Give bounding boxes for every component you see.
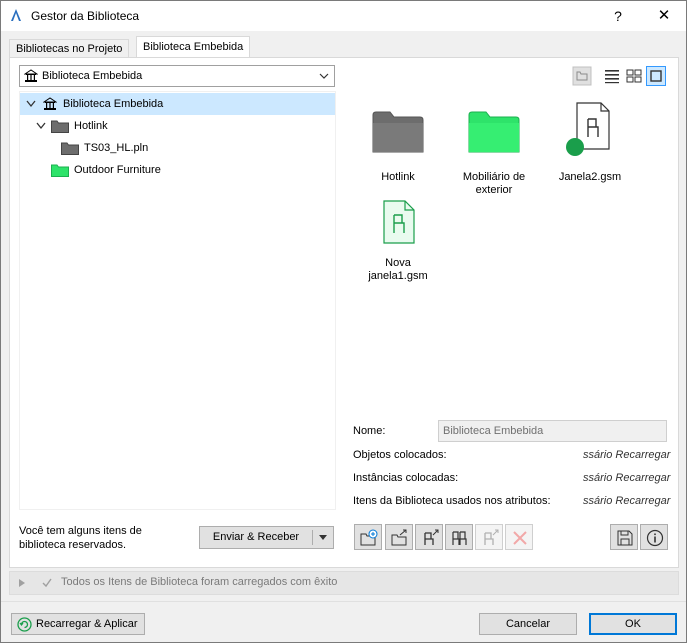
tile-outdoor-furniture[interactable]: Mobiliário de exterior <box>449 101 539 196</box>
close-button[interactable]: ✕ <box>641 1 687 31</box>
library-manager-dialog: Gestor da Biblioteca ? ✕ Bibliotecas no … <box>0 0 687 643</box>
folder-icon <box>51 120 69 133</box>
footer-separator <box>1 601 686 602</box>
library-select[interactable]: Biblioteca Embebida <box>19 65 335 87</box>
reload-apply-label: Recarregar & Aplicar <box>36 618 138 630</box>
tile-label-line1: Mobiliário de <box>462 171 526 183</box>
tree-item-outdoor-furniture[interactable]: Outdoor Furniture <box>20 159 335 181</box>
checkmark-icon <box>42 578 52 588</box>
send-receive-label: Enviar & Receber <box>212 531 300 543</box>
library-building-icon <box>43 97 57 110</box>
library-items-panel: Hotlink Mobiliário de exterior Janela2.g… <box>351 91 667 413</box>
library-building-icon <box>24 69 38 82</box>
send-receive-button[interactable]: Enviar & Receber <box>199 526 334 549</box>
tile-label: Janela2.gsm <box>558 171 622 183</box>
tile-nova-janela1[interactable]: Nova janela1.gsm <box>353 197 443 287</box>
small-icons-view-icon[interactable] <box>624 66 644 86</box>
reload-icon <box>17 617 32 632</box>
tab-project-libraries[interactable]: Bibliotecas no Projeto <box>9 39 130 58</box>
reserved-line2: biblioteca reservados. <box>19 539 127 551</box>
ok-button[interactable]: OK <box>589 613 677 635</box>
chevron-down-icon <box>26 100 36 108</box>
list-view-icon[interactable] <box>602 66 622 86</box>
new-folder-button[interactable] <box>354 524 382 550</box>
tile-janela2[interactable]: Janela2.gsm <box>545 101 635 191</box>
add-file-button[interactable] <box>385 524 413 550</box>
folder-icon <box>61 142 79 155</box>
tree-item-label: TS03_HL.pln <box>84 142 149 154</box>
window-title: Gestor da Biblioteca <box>31 9 140 23</box>
info-icon <box>646 529 664 547</box>
delete-x-icon <box>513 531 527 545</box>
tree-item-embedded-library[interactable]: Biblioteca Embebida <box>20 93 335 115</box>
large-icons-view-icon[interactable] <box>646 66 666 86</box>
reload-apply-button[interactable]: Recarregar & Aplicar <box>11 613 145 635</box>
cancel-button[interactable]: Cancelar <box>479 613 577 635</box>
chevron-down-icon <box>36 122 46 130</box>
expand-arrow-icon[interactable] <box>19 579 25 587</box>
info-button[interactable] <box>640 524 668 550</box>
gsm-object-file-icon <box>566 102 610 156</box>
chairs-icon <box>452 531 467 545</box>
tile-label-line2: janela1.gsm <box>368 270 428 282</box>
gsm-object-file-icon <box>383 200 415 244</box>
save-to-file-button[interactable] <box>610 524 638 550</box>
tile-hotlink[interactable]: Hotlink <box>353 101 443 191</box>
attr-items-value: ssário Recarregar <box>583 495 671 507</box>
placed-objects-label: Objetos colocados: <box>353 449 447 461</box>
archicad-app-icon <box>11 9 21 21</box>
dropdown-arrow-icon[interactable] <box>319 535 327 540</box>
name-field: Biblioteca Embebida <box>438 420 667 442</box>
tile-label-line1: Nova <box>385 257 411 269</box>
reserved-items-message: Você tem alguns itens de biblioteca rese… <box>19 524 189 552</box>
folder-arrow-icon <box>391 529 407 546</box>
tree-item-ts03-hl[interactable]: TS03_HL.pln <box>20 137 335 159</box>
name-label: Nome: <box>353 425 386 437</box>
tab-embedded-library[interactable]: Biblioteca Embebida <box>136 36 251 58</box>
tree-item-label: Biblioteca Embebida <box>63 98 164 110</box>
chair-arrow-icon <box>424 529 439 545</box>
placed-objects-value: ssário Recarregar <box>583 449 671 461</box>
tree-item-label: Outdoor Furniture <box>74 164 161 176</box>
tile-label-line2: exterior <box>475 184 513 196</box>
reserved-line1: Você tem alguns itens de <box>19 525 142 537</box>
help-button[interactable]: ? <box>595 1 641 31</box>
chair-arrow-icon <box>484 529 499 545</box>
attr-items-label: Itens da Biblioteca usados nos atributos… <box>353 495 551 507</box>
library-tree: Biblioteca Embebida Hotlink TS03_HL.pln … <box>19 91 336 510</box>
status-message: Todos os Itens de Biblioteca foram carre… <box>61 576 338 588</box>
placed-instances-value: ssário Recarregar <box>583 472 671 484</box>
chevron-down-icon <box>319 73 329 79</box>
move-object-button[interactable] <box>475 524 503 550</box>
save-icon <box>617 530 633 546</box>
delete-button[interactable] <box>505 524 533 550</box>
folder-icon <box>372 111 424 153</box>
library-select-value: Biblioteca Embebida <box>42 70 143 82</box>
title-bar: Gestor da Biblioteca ? ✕ <box>1 1 686 31</box>
tile-label: Hotlink <box>381 171 415 183</box>
export-object-button[interactable] <box>415 524 443 550</box>
new-folder-icon <box>360 529 378 546</box>
tree-item-label: Hotlink <box>74 120 108 132</box>
parent-folder-icon[interactable] <box>572 66 592 86</box>
multiple-objects-button[interactable] <box>445 524 473 550</box>
tree-item-hotlink[interactable]: Hotlink <box>20 115 335 137</box>
split-divider <box>312 530 313 545</box>
green-folder-icon <box>468 111 520 153</box>
green-folder-icon <box>51 164 69 177</box>
placed-instances-label: Instâncias colocadas: <box>353 472 459 484</box>
